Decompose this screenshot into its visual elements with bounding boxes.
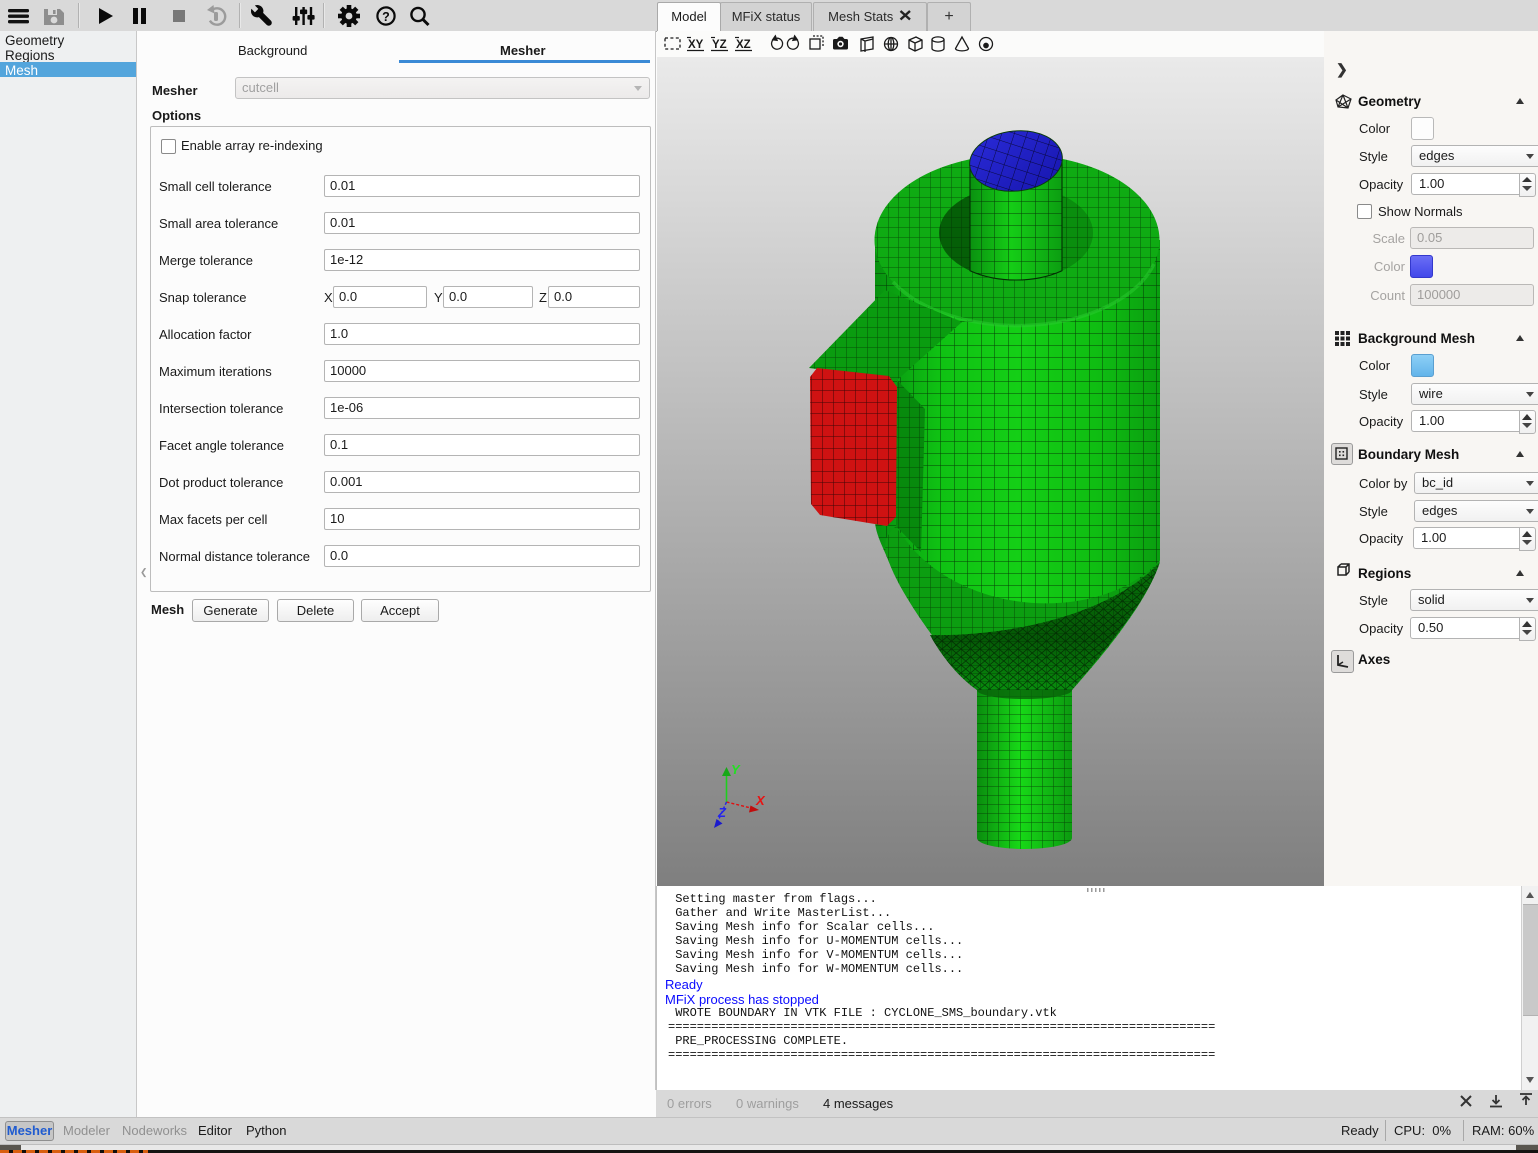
svg-text:Z: Z [717,805,727,820]
svg-text:Y: Y [731,762,741,777]
svg-text:XY: XY [688,39,704,51]
svg-text:?: ? [382,10,390,24]
svg-text:X: X [755,793,766,808]
svg-text:YZ: YZ [712,39,727,51]
svg-text:XZ: XZ [736,39,751,51]
